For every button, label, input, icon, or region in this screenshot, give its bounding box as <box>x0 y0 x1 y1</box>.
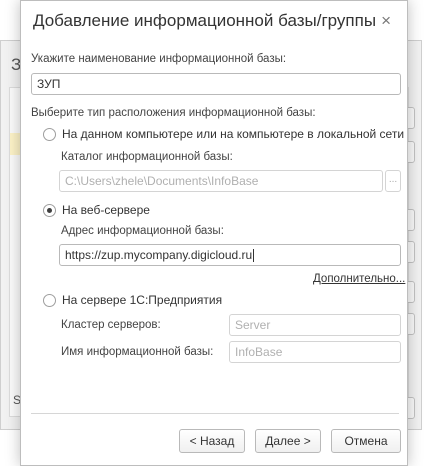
address-label: Адрес информационной базы: <box>61 225 224 237</box>
catalog-label: Каталог информационной базы: <box>61 151 233 163</box>
name-label: Укажите наименование информационной базы… <box>31 53 287 65</box>
address-input[interactable]: https://zup.mycompany.digicloud.ru <box>59 244 401 266</box>
catalog-input[interactable]: C:\Users\zhele\Documents\InfoBase <box>59 170 383 192</box>
close-icon[interactable]: × <box>381 11 391 31</box>
next-button[interactable]: Далее > <box>255 429 321 453</box>
radio-local-indicator[interactable] <box>43 127 56 141</box>
address-value: https://zup.mycompany.digicloud.ru <box>65 248 253 262</box>
infobase-name-value: ЗУП <box>37 77 61 91</box>
cluster-input[interactable]: Server <box>229 314 401 336</box>
cancel-button[interactable]: Отмена <box>331 429 401 453</box>
radio-server-label: На сервере 1С:Предприятия <box>62 293 223 307</box>
radio-server[interactable]: На сервере 1С:Предприятия <box>43 293 222 307</box>
radio-web[interactable]: На веб-сервере <box>43 203 150 217</box>
text-cursor <box>253 249 255 263</box>
browse-button[interactable]: ... <box>385 170 401 192</box>
location-label: Выберите тип расположения информационной… <box>31 107 316 119</box>
dialog-title: Добавление информационной базы/группы <box>33 11 377 30</box>
radio-web-label: На веб-сервере <box>62 203 150 217</box>
radio-local[interactable]: На данном компьютере или на компьютере в… <box>43 127 404 141</box>
infobase-name-input[interactable]: ЗУП <box>31 73 401 95</box>
divider <box>31 413 399 414</box>
cluster-label: Кластер серверов: <box>61 319 161 331</box>
ib-name-input[interactable]: InfoBase <box>229 341 401 363</box>
more-link[interactable]: Дополнительно... <box>313 273 405 285</box>
radio-web-indicator[interactable] <box>43 203 56 217</box>
add-infobase-dialog: Добавление информационной базы/группы × … <box>20 0 408 466</box>
ib-name-label: Имя информационной базы: <box>61 346 214 358</box>
radio-local-label: На данном компьютере или на компьютере в… <box>62 127 405 141</box>
radio-server-indicator[interactable] <box>43 293 56 307</box>
back-button[interactable]: < Назад <box>179 429 245 453</box>
